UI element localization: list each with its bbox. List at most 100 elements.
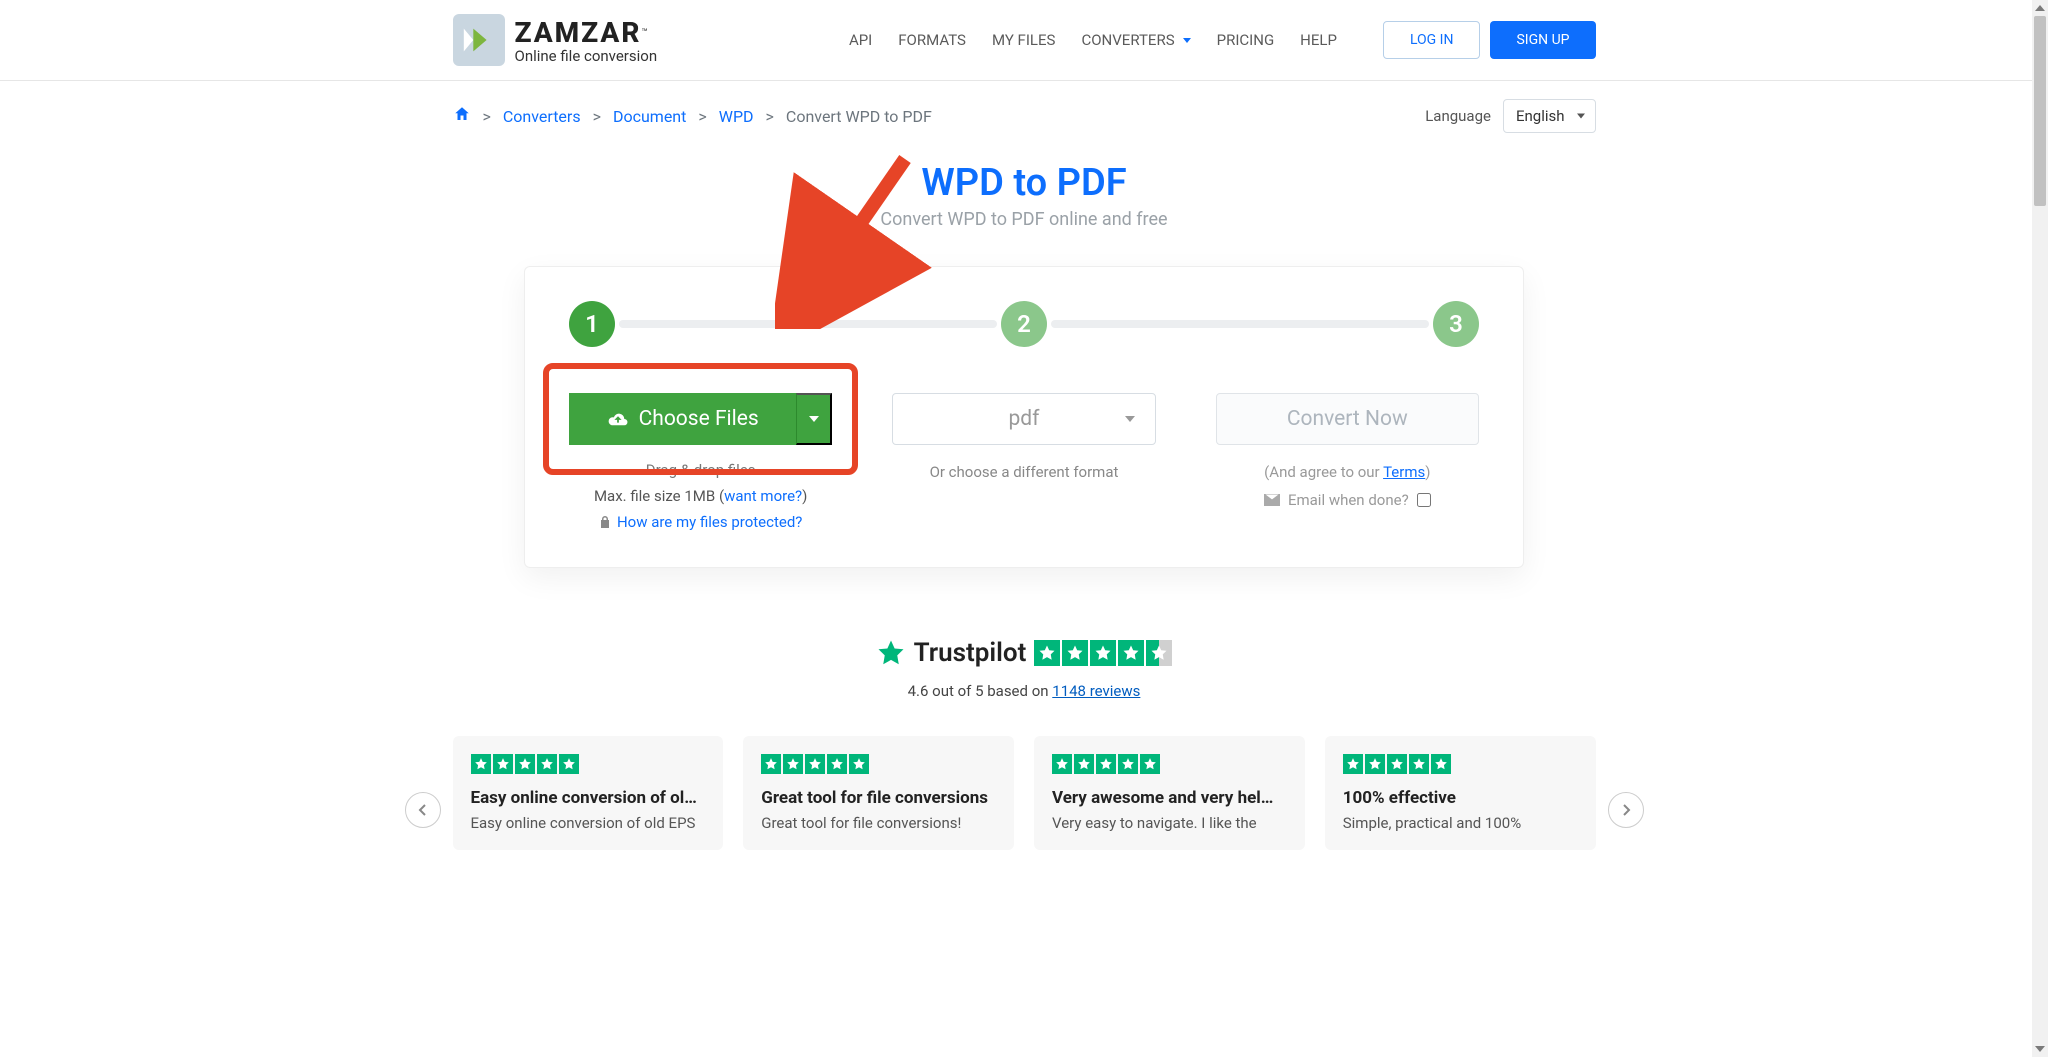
steps-progress: 1 2 3 bbox=[569, 301, 1479, 347]
choose-files-dropdown[interactable] bbox=[796, 393, 832, 445]
page-title: WPD to PDF bbox=[453, 161, 1596, 205]
crumb-current: Convert WPD to PDF bbox=[786, 107, 932, 126]
chevron-down-icon bbox=[1125, 416, 1135, 422]
review-card[interactable]: Great tool for file conversions Great to… bbox=[743, 736, 1014, 850]
page-subtitle: Convert WPD to PDF online and free bbox=[453, 209, 1596, 230]
auth-buttons: LOG IN SIGN UP bbox=[1383, 21, 1596, 59]
trustpilot-name: Trustpilot bbox=[914, 638, 1027, 668]
header: ZAMZAR™ Online file conversion API FORMA… bbox=[453, 0, 1596, 80]
trust-prefix: 4.6 out of 5 based on bbox=[908, 682, 1053, 700]
format-value: pdf bbox=[1009, 407, 1040, 431]
step-choose: Choose Files Drag & drop files Max. file… bbox=[569, 393, 832, 531]
lock-icon bbox=[599, 515, 611, 529]
chevron-right-icon: > bbox=[483, 107, 491, 126]
review-body: Very easy to navigate. I like the bbox=[1052, 814, 1287, 832]
email-label: Email when done? bbox=[1288, 491, 1409, 509]
crumb-document[interactable]: Document bbox=[613, 107, 686, 126]
signup-button[interactable]: SIGN UP bbox=[1490, 21, 1595, 59]
mail-icon bbox=[1264, 494, 1280, 506]
hero: WPD to PDF Convert WPD to PDF online and… bbox=[453, 161, 1596, 230]
nav-my-files[interactable]: MY FILES bbox=[992, 31, 1056, 49]
language-label: Language bbox=[1425, 107, 1491, 125]
chevron-right-icon: > bbox=[698, 107, 706, 126]
terms-link[interactable]: Terms bbox=[1383, 463, 1425, 481]
crumb-wpd[interactable]: WPD bbox=[719, 107, 754, 126]
format-select[interactable]: pdf bbox=[892, 393, 1155, 445]
step-number-3: 3 bbox=[1433, 301, 1479, 347]
chevron-down-icon bbox=[809, 416, 819, 422]
chevron-left-icon bbox=[417, 804, 429, 816]
trademark: ™ bbox=[641, 27, 647, 38]
scrollbar[interactable] bbox=[2032, 0, 2048, 1057]
scroll-up-button[interactable] bbox=[2032, 0, 2048, 16]
language-value: English bbox=[1516, 107, 1565, 125]
nav-api[interactable]: API bbox=[849, 31, 872, 49]
review-card[interactable]: Very awesome and very hel… Very easy to … bbox=[1034, 736, 1305, 850]
chevron-right-icon bbox=[1620, 804, 1632, 816]
protection-hint: How are my files protected? bbox=[569, 513, 832, 531]
trustpilot-star-icon bbox=[876, 638, 906, 668]
email-checkbox[interactable] bbox=[1417, 493, 1431, 507]
choose-files-button[interactable]: Choose Files bbox=[569, 393, 796, 445]
review-body: Easy online conversion of old EPS bbox=[471, 814, 706, 832]
language-select[interactable]: English bbox=[1503, 99, 1596, 133]
review-body: Great tool for file conversions! bbox=[761, 814, 996, 832]
step-format: pdf Or choose a different format bbox=[892, 393, 1155, 531]
want-more-link[interactable]: want more? bbox=[724, 487, 802, 505]
review-card[interactable]: Easy online conversion of ol… Easy onlin… bbox=[453, 736, 724, 850]
step-line bbox=[1051, 320, 1429, 328]
choose-files-group: Choose Files bbox=[569, 393, 832, 445]
reviews-next-button[interactable] bbox=[1608, 792, 1644, 828]
review-body: Simple, practical and 100% bbox=[1343, 814, 1578, 832]
logo[interactable]: ZAMZAR™ Online file conversion bbox=[453, 14, 658, 66]
nav-converters-label[interactable]: CONVERTERS bbox=[1081, 31, 1174, 49]
review-stars bbox=[471, 754, 706, 774]
reviews: Easy online conversion of ol… Easy onlin… bbox=[453, 736, 1596, 850]
scroll-thumb[interactable] bbox=[2034, 16, 2046, 206]
review-title: 100% effective bbox=[1343, 788, 1578, 808]
review-title: Very awesome and very hel… bbox=[1052, 788, 1287, 808]
nav-converters[interactable]: CONVERTERS bbox=[1081, 31, 1190, 49]
trust-reviews-link[interactable]: 1148 reviews bbox=[1052, 682, 1140, 700]
email-when-done: Email when done? bbox=[1216, 491, 1479, 509]
logo-icon bbox=[453, 14, 505, 66]
trustpilot-rating-stars bbox=[1034, 640, 1172, 666]
nav-help[interactable]: HELP bbox=[1300, 31, 1337, 49]
step-convert: Convert Now (And agree to our Terms) Ema… bbox=[1216, 393, 1479, 531]
drag-drop-hint: Drag & drop files bbox=[569, 461, 832, 479]
nav-pricing[interactable]: PRICING bbox=[1217, 31, 1275, 49]
format-hint: Or choose a different format bbox=[892, 463, 1155, 481]
chevron-down-icon bbox=[1183, 38, 1191, 43]
steps-content: Choose Files Drag & drop files Max. file… bbox=[569, 393, 1479, 531]
max-size-prefix: Max. file size 1MB ( bbox=[594, 487, 724, 505]
chevron-right-icon: > bbox=[593, 107, 601, 126]
breadcrumb: > Converters > Document > WPD > Convert … bbox=[453, 105, 932, 127]
chevron-down-icon bbox=[1577, 114, 1585, 119]
step-number-1: 1 bbox=[569, 301, 615, 347]
review-stars bbox=[761, 754, 996, 774]
language-selector: Language English bbox=[1425, 99, 1595, 133]
protection-link[interactable]: How are my files protected? bbox=[617, 513, 802, 531]
login-button[interactable]: LOG IN bbox=[1383, 21, 1481, 59]
nav-formats[interactable]: FORMATS bbox=[898, 31, 966, 49]
scroll-down-button[interactable] bbox=[2032, 1041, 2048, 1057]
review-title: Easy online conversion of ol… bbox=[471, 788, 706, 808]
review-card[interactable]: 100% effective Simple, practical and 100… bbox=[1325, 736, 1596, 850]
terms-suffix: ) bbox=[1425, 463, 1430, 481]
reviews-prev-button[interactable] bbox=[405, 792, 441, 828]
convert-now-button[interactable]: Convert Now bbox=[1216, 393, 1479, 445]
max-size-suffix: ) bbox=[802, 487, 807, 505]
review-stars bbox=[1343, 754, 1578, 774]
terms-prefix: (And agree to our bbox=[1264, 463, 1383, 481]
step-line bbox=[619, 320, 997, 328]
review-stars bbox=[1052, 754, 1287, 774]
home-icon[interactable] bbox=[453, 105, 471, 127]
trustpilot-summary: 4.6 out of 5 based on 1148 reviews bbox=[453, 682, 1596, 700]
breadcrumb-row: > Converters > Document > WPD > Convert … bbox=[453, 81, 1596, 151]
choose-files-label: Choose Files bbox=[639, 407, 759, 431]
upload-cloud-icon bbox=[607, 410, 629, 428]
review-title: Great tool for file conversions bbox=[761, 788, 996, 808]
max-size-hint: Max. file size 1MB (want more?) bbox=[569, 487, 832, 505]
logo-tagline: Online file conversion bbox=[515, 47, 658, 65]
crumb-converters[interactable]: Converters bbox=[503, 107, 581, 126]
